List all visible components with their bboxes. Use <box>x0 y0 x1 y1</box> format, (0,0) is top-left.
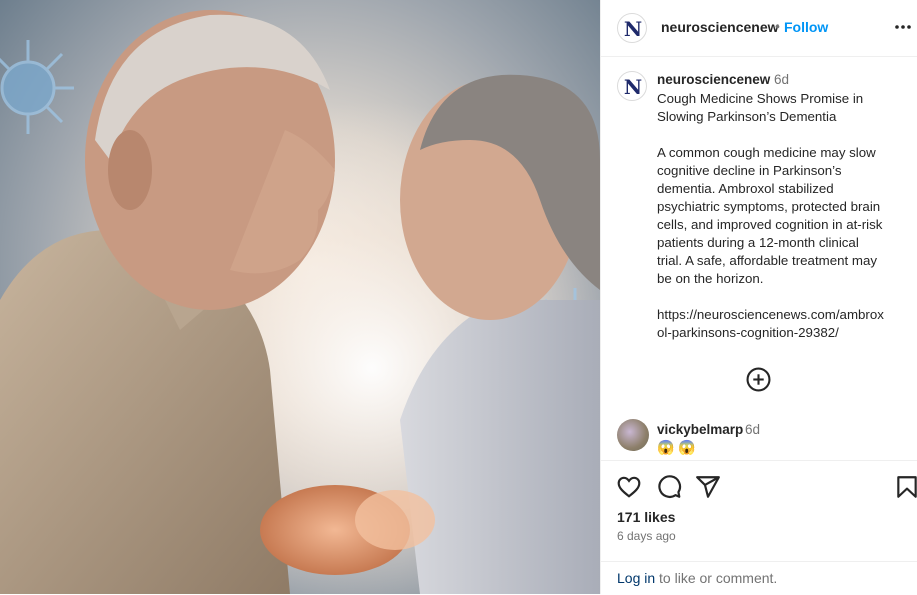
caption-body-line: cognitive decline in Parkinson’s <box>657 163 842 178</box>
comment-icon[interactable] <box>656 474 682 500</box>
commenter-username[interactable]: vickybelmarp <box>657 422 743 437</box>
bookmark-icon[interactable] <box>894 474 917 500</box>
comment-age: 6d <box>745 422 761 437</box>
action-bar: 171 likes 6 days ago Log in to like or c… <box>601 462 917 594</box>
caption-body-line: be on the horizon. <box>657 271 764 286</box>
login-link[interactable]: Log in <box>617 570 655 586</box>
caption-text: Cough Medicine Shows Promise in Slowing … <box>657 90 907 342</box>
neurosciencenews-logo-icon: N <box>624 75 642 99</box>
caption-body-line: patients during a 12-month clinical <box>657 235 859 250</box>
caption-body-line: A common cough medicine may slow <box>657 145 876 160</box>
follow-button[interactable]: Follow <box>784 19 828 35</box>
commenter-avatar[interactable] <box>617 419 649 451</box>
more-horizontal-icon[interactable] <box>891 15 915 39</box>
svg-text:N: N <box>624 17 642 41</box>
caption-body-line: cells, and improved cognition in at-risk <box>657 217 883 232</box>
caption-body-line: psychiatric symptoms, protected brain <box>657 199 881 214</box>
post-timestamp: 6 days ago <box>617 529 676 543</box>
post-side-panel: N neurosciencenew • Follow N neuroscienc… <box>600 0 917 594</box>
post-header: N neurosciencenew • Follow <box>601 0 917 57</box>
comment-text: 😱 😱 <box>657 439 696 455</box>
heart-icon[interactable] <box>616 474 642 500</box>
caption-author-avatar[interactable]: N <box>617 71 647 101</box>
caption-body-line: dementia. Ambroxol stabilized <box>657 181 834 196</box>
login-suffix-text: to like or comment. <box>655 570 778 586</box>
caption-and-comments: N neurosciencenew 6d Cough Medicine Show… <box>601 57 917 461</box>
neurosciencenews-logo-icon: N <box>624 17 642 41</box>
plus-circle-icon[interactable] <box>746 367 771 392</box>
share-icon[interactable] <box>695 474 721 500</box>
caption-author-username[interactable]: neurosciencenew <box>657 72 770 87</box>
caption-title-line: Cough Medicine Shows Promise in <box>657 91 864 106</box>
caption-link-line: ol-parkinsons-cognition-29382/ <box>657 325 839 340</box>
elderly-couple-illustration <box>0 0 600 594</box>
caption-link-line: https://neurosciencenews.com/ambrox <box>657 307 884 322</box>
login-prompt: Log in to like or comment. <box>601 561 917 595</box>
caption-age: 6d <box>774 72 790 87</box>
post-image <box>0 0 600 594</box>
svg-text:N: N <box>624 75 642 99</box>
caption-title-line: Slowing Parkinson’s Dementia <box>657 109 837 124</box>
like-count[interactable]: 171 likes <box>617 509 675 525</box>
author-avatar[interactable]: N <box>617 13 647 43</box>
separator-dot: • <box>775 18 780 34</box>
author-username[interactable]: neurosciencenew <box>661 19 779 35</box>
caption-body-line: trial. A safe, affordable treatment may <box>657 253 878 268</box>
